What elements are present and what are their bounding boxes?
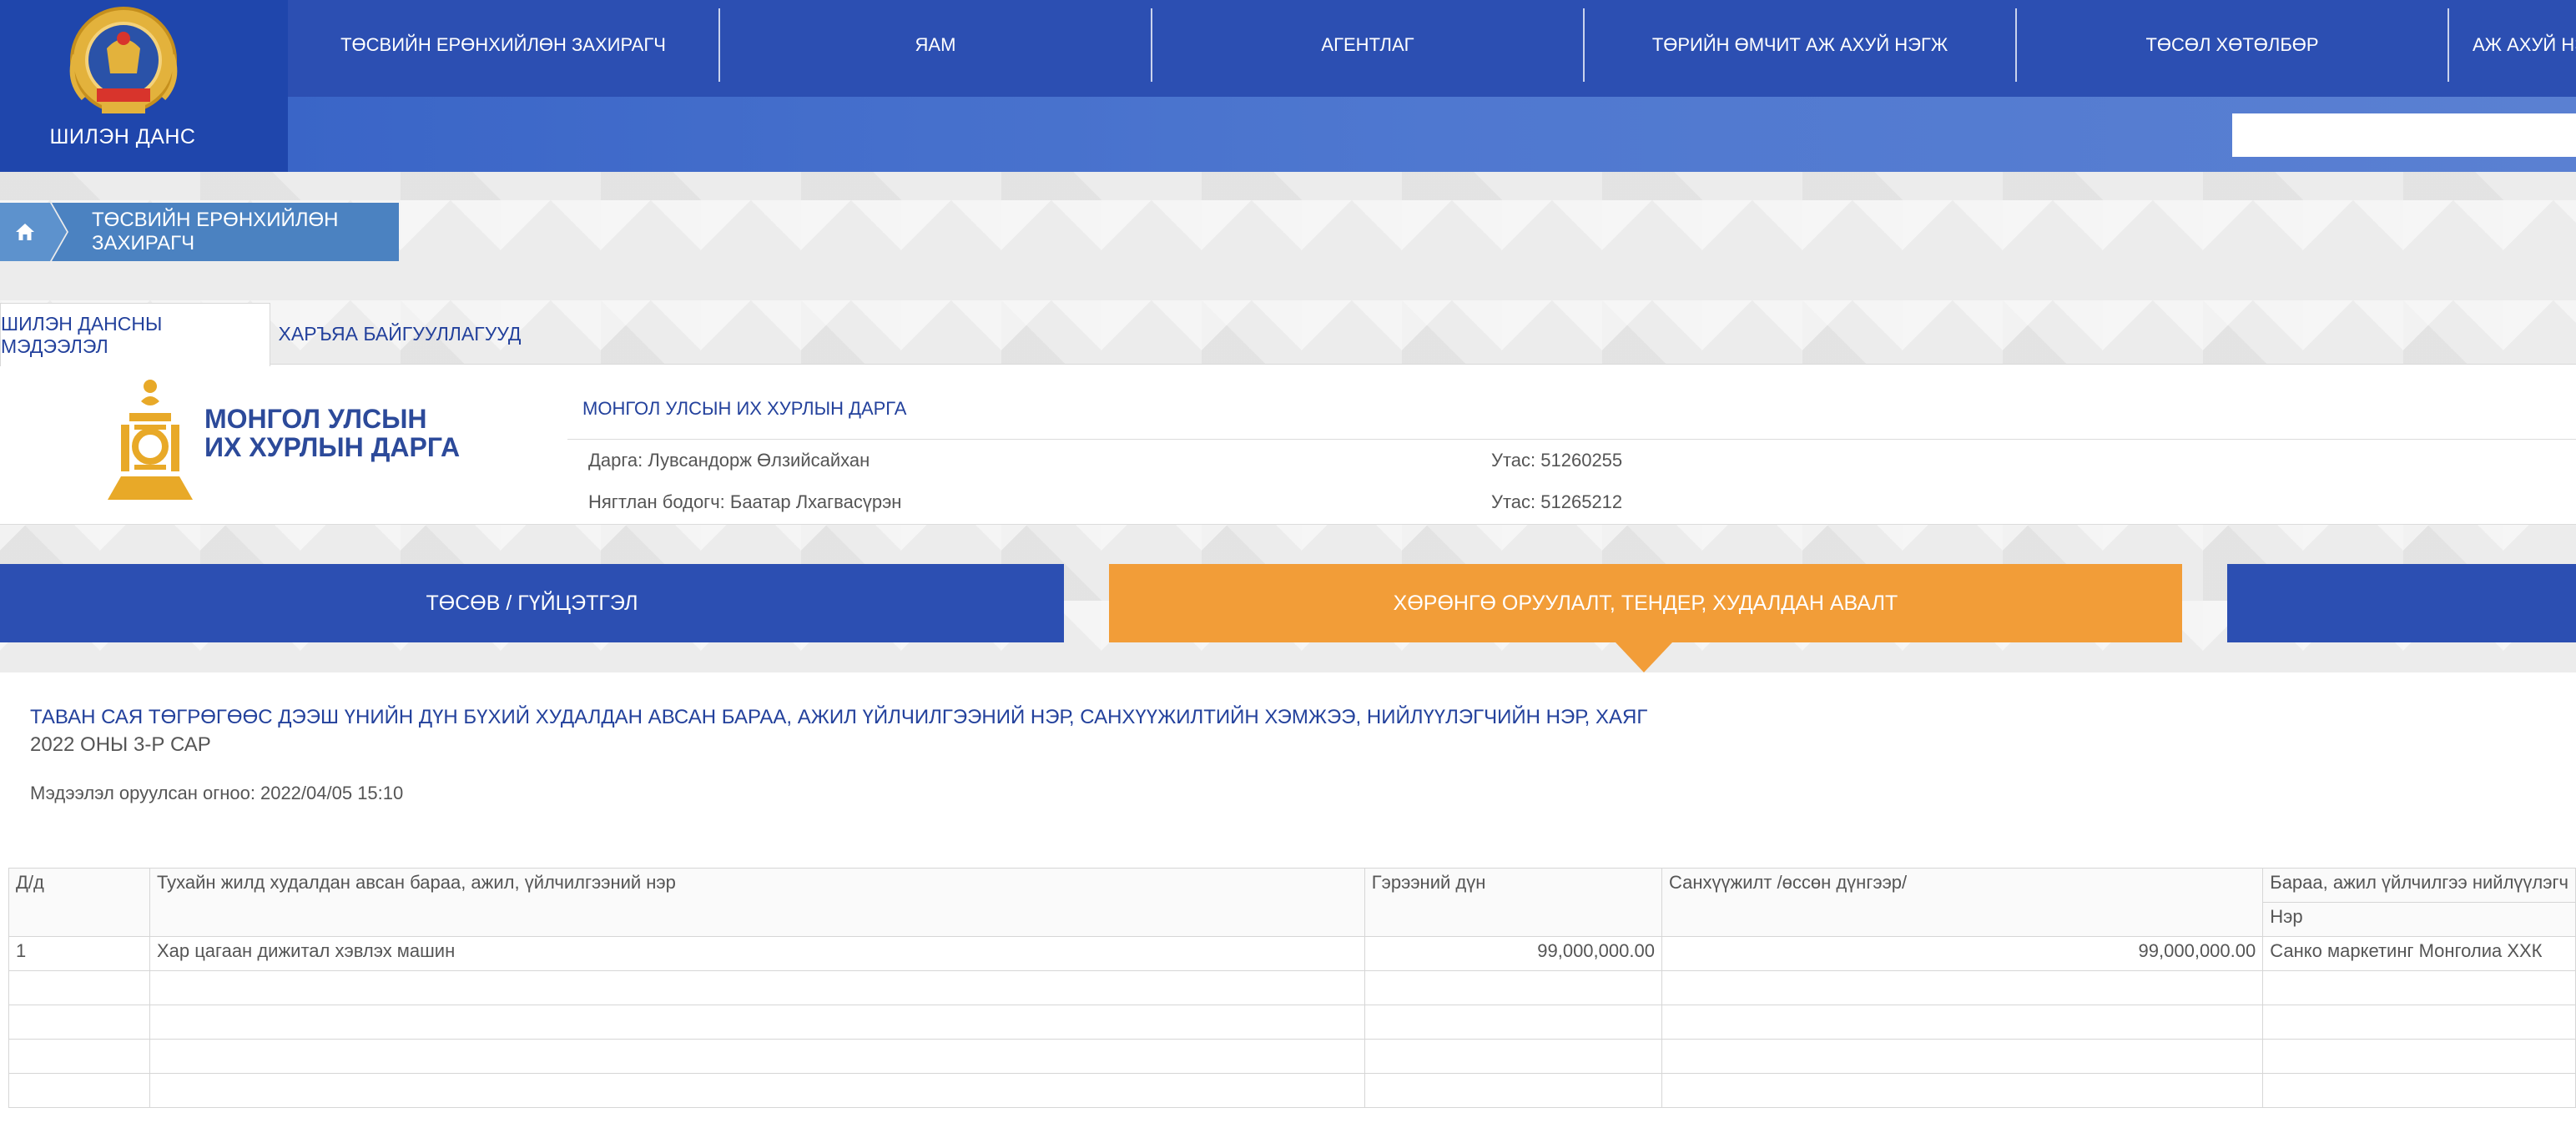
org-title: МОНГОЛ УЛСЫН ИХ ХУРЛЫН ДАРГА	[582, 398, 907, 419]
cell-empty	[1364, 1039, 1662, 1074]
section-more-button[interactable]	[2227, 564, 2576, 642]
tab-transparency-info[interactable]: ШИЛЭН ДАНСНЫ МЭДЭЭЛЭЛ	[0, 303, 270, 366]
nav-item-enterprises[interactable]: АЖ АХУЙ НЭГЖ	[2449, 8, 2576, 82]
nav-item-ministries[interactable]: ЯАМ	[720, 8, 1152, 82]
search-input[interactable]	[2232, 113, 2576, 157]
breadcrumb-home[interactable]	[0, 203, 50, 261]
cell-empty	[149, 1039, 1365, 1074]
cell-empty	[1364, 1073, 1662, 1108]
home-icon	[16, 224, 34, 240]
cell-empty	[1364, 1005, 1662, 1040]
col-header-supplier: Бараа, ажил үйлчилгээ нийлүүлэгч	[2262, 868, 2576, 903]
table-row-empty	[8, 1073, 2576, 1108]
top-navigation: ТӨСВИЙН ЕРӨНХИЙЛӨН ЗАХИРАГЧ ЯАМ АГЕНТЛАГ…	[288, 0, 2576, 97]
cell-empty	[1661, 1005, 2264, 1040]
nav-item-projects[interactable]: ТӨСӨЛ ХӨТӨЛБӨР	[2017, 8, 2449, 82]
active-section-pointer	[1616, 642, 1672, 672]
cell-empty	[2262, 1073, 2576, 1108]
org-accountant-phone: Утас: 51265212	[1491, 491, 1623, 512]
col-header-name: Тухайн жилд худалдан авсан бараа, ажил, …	[149, 868, 1365, 937]
cell-no: 1	[8, 936, 150, 971]
col-header-contract: Гэрээний дүн	[1364, 868, 1662, 937]
cell-empty	[8, 1039, 150, 1074]
table-row-empty	[8, 1039, 2576, 1074]
cell-empty	[2262, 1039, 2576, 1074]
cell-empty	[2262, 970, 2576, 1005]
soyombo-emblem-icon	[108, 380, 193, 500]
uploaded-label: Мэдээлэл оруулсан огноо:	[30, 783, 255, 803]
cell-empty	[1661, 970, 2264, 1005]
org-logo-line1: МОНГОЛ УЛСЫН	[204, 404, 427, 434]
cell-contract: 99,000,000.00	[1364, 936, 1662, 971]
table-row-empty	[8, 1005, 2576, 1040]
table-row: 1 Хар цагаан дижитал хэвлэх машин 99,000…	[8, 936, 2576, 971]
cell-empty	[1364, 970, 1662, 1005]
report-period: 2022 ОНЫ 3-Р САР	[30, 733, 211, 756]
org-logo-line2: ИХ ХУРЛЫН ДАРГА	[204, 432, 461, 462]
uploaded-value: 2022/04/05 15:10	[260, 783, 404, 803]
org-accountant: Нягтлан бодогч: Баатар Лхагвасүрэн	[588, 491, 902, 512]
cell-empty	[2262, 1005, 2576, 1040]
col-header-no: Д/д	[8, 868, 150, 937]
org-head-phone: Утас: 51260255	[1491, 450, 1623, 471]
cell-empty	[149, 1005, 1365, 1040]
section-investment-tender-button[interactable]: ХӨРӨНГӨ ОРУУЛАЛТ, ТЕНДЕР, ХУДАЛДАН АВАЛТ	[1109, 564, 2182, 642]
cell-name: Хар цагаан дижитал хэвлэх машин	[149, 936, 1365, 971]
cell-empty	[149, 970, 1365, 1005]
col-header-funding: Санхүүжилт /өссөн дүнгээр/	[1661, 868, 2264, 937]
tab-subordinate-organizations[interactable]: ХАРЪЯА БАЙГУУЛЛАГУУД	[270, 303, 529, 365]
table-row-empty	[8, 970, 2576, 1005]
org-divider	[567, 439, 2576, 440]
breadcrumb-item[interactable]: ТӨСВИЙН ЕРӨНХИЙЛӨН ЗАХИРАГЧ	[52, 203, 399, 261]
cell-empty	[149, 1073, 1365, 1108]
state-emblem-icon	[69, 7, 178, 113]
nav-item-budget-governors[interactable]: ТӨСВИЙН ЕРӨНХИЙЛӨН ЗАХИРАГЧ	[288, 8, 720, 82]
nav-item-state-owned-enterprises[interactable]: ТӨРИЙН ӨМЧИТ АЖ АХУЙ НЭГЖ	[1585, 8, 2017, 82]
site-logo-text: ШИЛЭН ДАНС	[49, 125, 196, 149]
cell-supplier: Санко маркетинг Монголиа ХХК	[2262, 936, 2576, 971]
section-budget-button[interactable]: ТӨСӨВ / ГҮЙЦЭТГЭЛ	[0, 564, 1064, 642]
col-header-supplier-name: Нэр	[2262, 902, 2576, 937]
cell-empty	[8, 1005, 150, 1040]
cell-empty	[8, 970, 150, 1005]
org-head: Дарга: Лувсандорж Өлзийсайхан	[588, 450, 870, 471]
report-uploaded-date: Мэдээлэл оруулсан огноо: 2022/04/05 15:10	[30, 783, 403, 804]
cell-funding: 99,000,000.00	[1661, 936, 2264, 971]
report-title: ТАВАН САЯ ТӨГРӨГӨӨС ДЭЭШ ҮНИЙН ДҮН БҮХИЙ…	[30, 706, 1648, 728]
nav-item-agencies[interactable]: АГЕНТЛАГ	[1152, 8, 1585, 82]
cell-empty	[8, 1073, 150, 1108]
procurement-table: Д/д Тухайн жилд худалдан авсан бараа, аж…	[8, 868, 2576, 1108]
breadcrumb-separator	[50, 203, 67, 261]
cell-empty	[1661, 1039, 2264, 1074]
site-logo[interactable]: ШИЛЭН ДАНС	[0, 0, 288, 172]
cell-empty	[1661, 1073, 2264, 1108]
